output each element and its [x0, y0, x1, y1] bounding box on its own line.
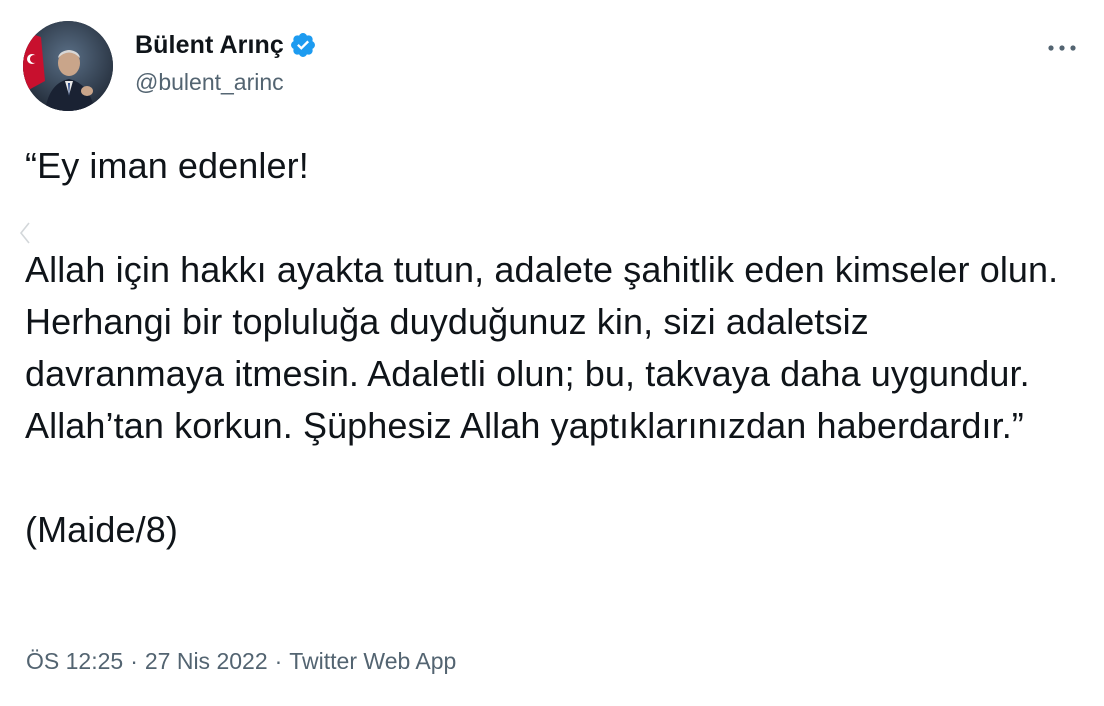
tweet-date-link[interactable]: 27 Nis 2022 — [145, 648, 268, 675]
name-row: Bülent Arınç — [135, 28, 317, 62]
tweet-time-link[interactable]: ÖS 12:25 — [26, 648, 123, 675]
user-info: Bülent Arınç @bulent_arinc — [135, 28, 317, 96]
display-name[interactable]: Bülent Arınç — [135, 31, 284, 60]
more-horizontal-icon — [1048, 45, 1076, 51]
user-handle[interactable]: @bulent_arinc — [135, 69, 317, 96]
verified-badge-icon — [289, 31, 317, 59]
tweet-metadata: ÖS 12:25 · 27 Nis 2022 · Twitter Web App — [26, 648, 456, 675]
tweet-text: “Ey iman edenler! Allah için hakkı ayakt… — [25, 145, 1059, 550]
avatar[interactable] — [23, 21, 113, 111]
meta-separator: · — [274, 648, 283, 674]
tweet-card: Bülent Arınç @bulent_arinc “Ey iman eden… — [0, 0, 1104, 706]
tweet-source-link[interactable]: Twitter Web App — [289, 648, 456, 675]
more-options-button[interactable] — [1042, 36, 1082, 60]
meta-separator: · — [130, 648, 138, 674]
avatar-photo — [23, 21, 113, 111]
